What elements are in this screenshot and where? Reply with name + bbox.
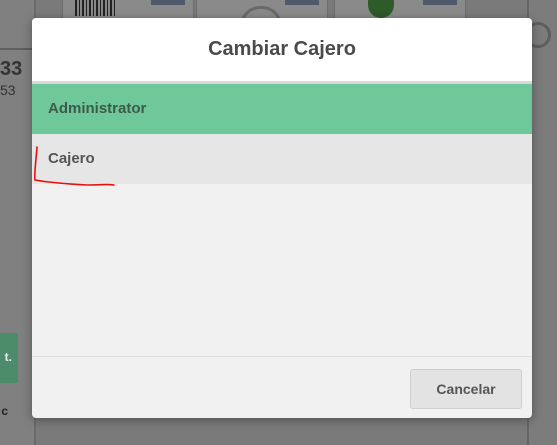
background-green-tab-text: t. (4, 350, 12, 364)
background-product-card (334, 0, 466, 20)
barcode-image (75, 0, 115, 16)
price-tag (285, 0, 319, 5)
dialog-header: Cambiar Cajero (32, 18, 532, 84)
cashier-item-cajero[interactable]: Cajero (32, 134, 532, 184)
price-tag (151, 0, 185, 5)
cashier-item-label: Administrator (48, 100, 147, 117)
background-total-number: 33 (0, 58, 23, 80)
dialog-footer: Cancelar (32, 356, 532, 418)
background-sub-number: 53 (0, 82, 16, 98)
background-divider (0, 48, 34, 50)
dialog-title: Cambiar Cajero (208, 38, 356, 60)
cancel-button[interactable]: Cancelar (410, 369, 522, 409)
background-small-text: c (1, 404, 8, 418)
cashier-item-administrator[interactable]: Administrator (32, 84, 532, 134)
price-tag (423, 0, 457, 5)
cashier-item-label: Cajero (48, 150, 95, 167)
cashier-list: Administrator Cajero (32, 84, 532, 184)
change-cashier-dialog: Cambiar Cajero Administrator Cajero Canc… (32, 18, 532, 418)
